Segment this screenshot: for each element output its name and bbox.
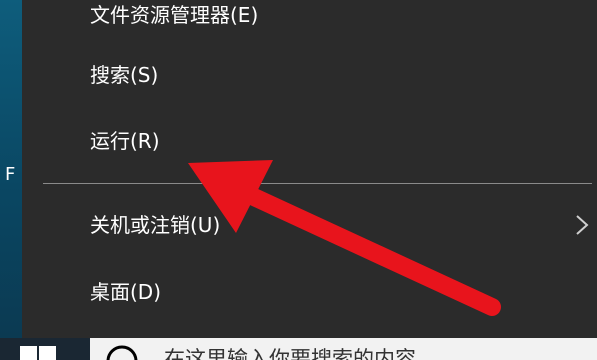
menu-item-run[interactable]: 运行(R) [22,116,597,166]
start-button[interactable] [0,338,90,360]
menu-item-search[interactable]: 搜索(S) [22,50,597,100]
menu-item-desktop[interactable]: 桌面(D) [22,267,597,317]
desktop-background: F [0,0,22,338]
desktop-partial-label: F [5,164,16,185]
menu-divider [43,183,592,184]
menu-item-shutdown-or-sign-out[interactable]: 关机或注销(U) [22,200,597,250]
winx-context-menu: 文件资源管理器(E) 搜索(S) 运行(R) 关机或注销(U) 桌面(D) [22,0,597,338]
menu-item-label: 搜索(S) [90,63,159,87]
menu-item-label: 桌面(D) [90,280,162,304]
menu-item-label: 文件资源管理器(E) [90,3,259,27]
windows-logo-icon [20,346,56,360]
taskbar-search-box[interactable]: 在这里输入你要搜索的内容 [90,338,597,360]
search-placeholder: 在这里输入你要搜索的内容 [164,347,416,360]
menu-item-file-explorer[interactable]: 文件资源管理器(E) [22,0,597,40]
search-icon [106,345,138,360]
screen: F 文件资源管理器(E) 搜索(S) 运行(R) 关机或注销(U) 桌面(D) [0,0,597,360]
menu-item-label: 关机或注销(U) [90,213,221,237]
chevron-right-icon [576,215,589,235]
menu-item-label: 运行(R) [90,129,160,153]
taskbar: 在这里输入你要搜索的内容 [0,338,597,360]
